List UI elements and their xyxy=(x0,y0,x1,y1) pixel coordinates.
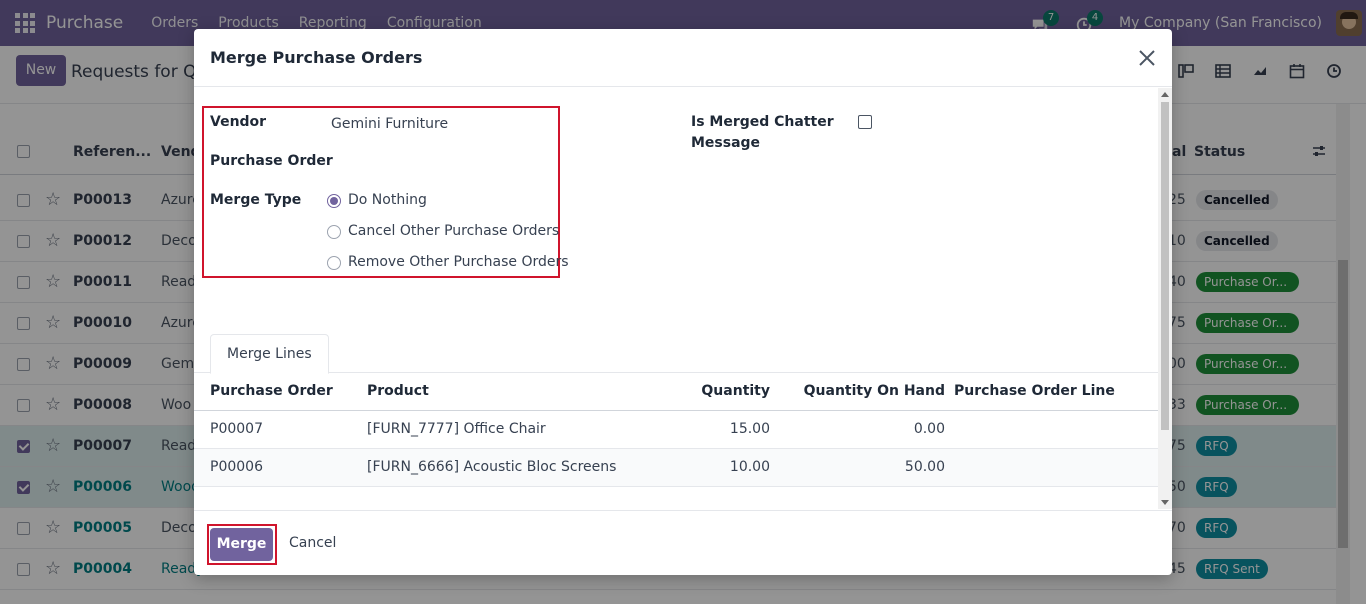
dialog-scrollbar[interactable] xyxy=(1158,88,1172,509)
vendor-label: Vendor xyxy=(210,114,267,130)
merge-type-label: Merge Type xyxy=(210,192,302,208)
cell-quantity: 15.00 xyxy=(729,421,770,437)
close-icon[interactable] xyxy=(1134,45,1160,71)
radio-remove-other-label[interactable]: Remove Other Purchase Orders xyxy=(348,254,569,270)
cell-on-hand: 0.00 xyxy=(913,421,945,437)
dialog-footer: Merge Cancel xyxy=(194,510,1172,575)
table-row[interactable]: P00007 [FURN_7777] Office Chair 15.00 0.… xyxy=(194,411,1158,449)
dialog-body: Vendor Gemini Furniture Purchase Order M… xyxy=(194,88,1172,510)
cell-product: [FURN_6666] Acoustic Bloc Screens xyxy=(367,459,617,475)
col-product[interactable]: Product xyxy=(367,383,429,399)
radio-do-nothing-label[interactable]: Do Nothing xyxy=(348,192,427,208)
radio-do-nothing[interactable] xyxy=(327,194,341,208)
cancel-button[interactable]: Cancel xyxy=(289,535,336,551)
cell-product: [FURN_7777] Office Chair xyxy=(367,421,546,437)
col-purchase-order-line[interactable]: Purchase Order Line xyxy=(954,383,1115,399)
lines-table-header: Purchase Order Product Quantity Quantity… xyxy=(194,373,1158,411)
cell-on-hand: 50.00 xyxy=(904,459,945,475)
merge-button[interactable]: Merge xyxy=(210,528,273,561)
chatter-label-line2: Message xyxy=(691,135,761,151)
radio-remove-other[interactable] xyxy=(327,256,341,270)
col-quantity[interactable]: Quantity xyxy=(701,383,770,399)
chatter-label-line1: Is Merged Chatter xyxy=(691,114,834,130)
table-row[interactable]: P00006 [FURN_6666] Acoustic Bloc Screens… xyxy=(194,449,1158,487)
purchase-order-label: Purchase Order xyxy=(210,153,333,169)
merged-chatter-checkbox[interactable] xyxy=(858,115,872,129)
cell-po: P00006 xyxy=(210,459,263,475)
dialog-title: Merge Purchase Orders xyxy=(210,48,423,67)
col-quantity-on-hand[interactable]: Quantity On Hand xyxy=(804,383,945,399)
cell-quantity: 10.00 xyxy=(729,459,770,475)
dialog-header: Merge Purchase Orders xyxy=(194,29,1172,87)
cell-po: P00007 xyxy=(210,421,263,437)
vendor-field[interactable]: Gemini Furniture xyxy=(331,116,448,132)
merge-dialog: Merge Purchase Orders Vendor Gemini Furn… xyxy=(194,29,1172,575)
tab-merge-lines[interactable]: Merge Lines xyxy=(210,334,329,374)
table-row-empty xyxy=(194,487,1158,510)
notebook-tabs: Merge Lines xyxy=(194,334,1158,374)
radio-cancel-other[interactable] xyxy=(327,225,341,239)
radio-cancel-other-label[interactable]: Cancel Other Purchase Orders xyxy=(348,223,559,239)
col-purchase-order[interactable]: Purchase Order xyxy=(210,383,333,399)
